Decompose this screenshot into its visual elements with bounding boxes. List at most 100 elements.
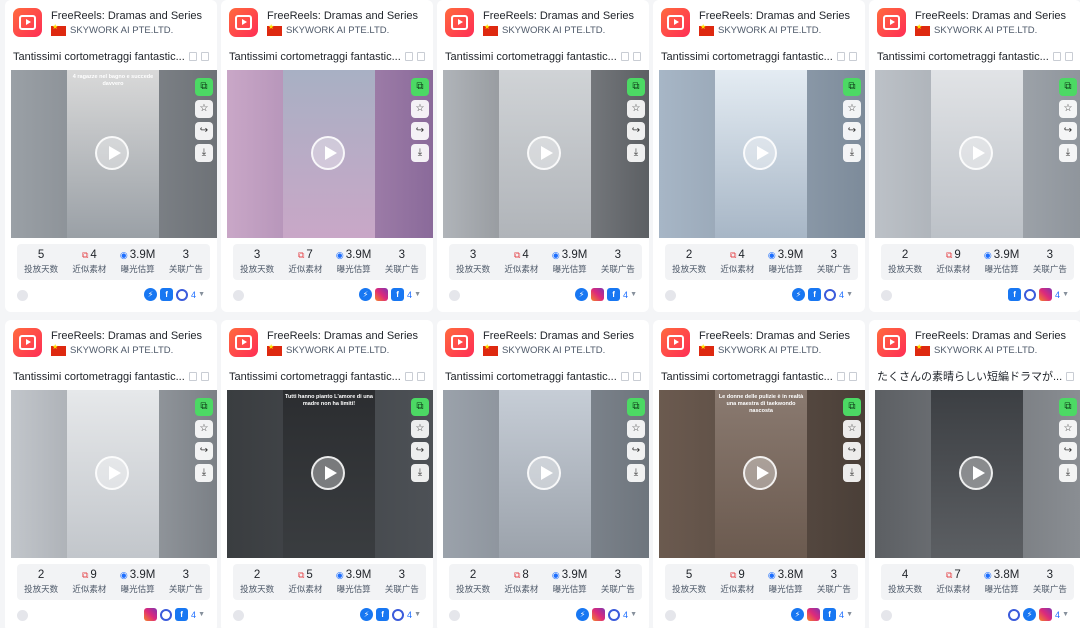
stat-similar[interactable]: ⧉ 4 近似素材 [497, 244, 545, 280]
star-icon[interactable]: ☆ [843, 420, 861, 438]
play-icon[interactable] [743, 456, 777, 490]
share-icon[interactable]: ↪ [195, 122, 213, 140]
stat-similar[interactable]: ⧉ 4 近似素材 [65, 244, 113, 280]
chevron-down-icon[interactable]: ▼ [414, 291, 421, 298]
app-name[interactable]: FreeReels: Dramas and Series [267, 10, 418, 22]
translate-icon[interactable] [1064, 52, 1073, 61]
stat-similar[interactable]: ⧉ 8 近似素材 [497, 564, 545, 600]
translate-icon[interactable] [416, 372, 425, 381]
chevron-down-icon[interactable]: ▼ [1062, 611, 1069, 618]
download-icon[interactable]: ⤓ [411, 464, 429, 482]
platform-list[interactable]: ⚡ f 4 ▼ [141, 288, 205, 301]
copy-icon[interactable] [404, 52, 413, 61]
similar-icon[interactable]: ⧉ [195, 398, 213, 416]
app-name[interactable]: FreeReels: Dramas and Series [699, 330, 850, 342]
play-icon[interactable] [95, 136, 129, 170]
translate-icon[interactable] [632, 52, 641, 61]
share-icon[interactable]: ↪ [627, 442, 645, 460]
ad-card[interactable]: FreeReels: Dramas and Series SKYWORK AI … [869, 0, 1080, 312]
video-preview[interactable]: ⧉ ☆ ↪ ⤓ [875, 70, 1080, 238]
copy-icon[interactable] [404, 372, 413, 381]
translate-icon[interactable] [848, 52, 857, 61]
copy-icon[interactable] [1066, 372, 1075, 381]
share-icon[interactable]: ↪ [843, 122, 861, 140]
platform-list[interactable]: ⚡ f 4 ▼ [789, 288, 853, 301]
video-preview[interactable]: 4 ragazze nel bagno e succede davvero ⧉ … [11, 70, 217, 238]
chevron-down-icon[interactable]: ▼ [414, 611, 421, 618]
stat-similar[interactable]: ⧉ 7 近似素材 [281, 244, 329, 280]
share-icon[interactable]: ↪ [1059, 442, 1077, 460]
similar-icon[interactable]: ⧉ [195, 78, 213, 96]
platform-list[interactable]: ⚡ f 4 ▼ [788, 608, 853, 621]
stat-similar[interactable]: ⧉ 9 近似素材 [713, 564, 761, 600]
share-icon[interactable]: ↪ [843, 442, 861, 460]
star-icon[interactable]: ☆ [627, 100, 645, 118]
play-icon[interactable] [527, 456, 561, 490]
similar-icon[interactable]: ⧉ [1059, 398, 1077, 416]
ad-card[interactable]: FreeReels: Dramas and Series SKYWORK AI … [5, 0, 217, 312]
platform-list[interactable]: f 4 ▼ [1005, 288, 1069, 301]
chevron-down-icon[interactable]: ▼ [198, 291, 205, 298]
share-icon[interactable]: ↪ [627, 122, 645, 140]
copy-icon[interactable] [620, 52, 629, 61]
star-icon[interactable]: ☆ [411, 100, 429, 118]
play-icon[interactable] [527, 136, 561, 170]
chevron-down-icon[interactable]: ▼ [846, 291, 853, 298]
app-name[interactable]: FreeReels: Dramas and Series [915, 10, 1066, 22]
star-icon[interactable]: ☆ [195, 420, 213, 438]
translate-icon[interactable] [416, 52, 425, 61]
app-name[interactable]: FreeReels: Dramas and Series [483, 330, 634, 342]
ad-card[interactable]: FreeReels: Dramas and Series SKYWORK AI … [221, 0, 433, 312]
copy-icon[interactable] [836, 372, 845, 381]
similar-icon[interactable]: ⧉ [843, 398, 861, 416]
video-preview[interactable]: Le donne delle pulizie è in realtà una m… [659, 390, 865, 558]
share-icon[interactable]: ↪ [411, 442, 429, 460]
platform-list[interactable]: f 4 ▼ [141, 608, 205, 621]
video-preview[interactable]: ⧉ ☆ ↪ ⤓ [11, 390, 217, 558]
platform-list[interactable]: ⚡ f 4 ▼ [572, 288, 637, 301]
ad-card[interactable]: FreeReels: Dramas and Series SKYWORK AI … [653, 320, 865, 628]
platform-list[interactable]: ⚡ 4 ▼ [573, 608, 637, 621]
star-icon[interactable]: ☆ [627, 420, 645, 438]
chevron-down-icon[interactable]: ▼ [1062, 291, 1069, 298]
video-preview[interactable]: ⧉ ☆ ↪ ⤓ [443, 390, 649, 558]
app-name[interactable]: FreeReels: Dramas and Series [483, 10, 634, 22]
download-icon[interactable]: ⤓ [195, 464, 213, 482]
play-icon[interactable] [959, 456, 993, 490]
stat-similar[interactable]: ⧉ 4 近似素材 [713, 244, 761, 280]
download-icon[interactable]: ⤓ [411, 144, 429, 162]
video-preview[interactable]: ⧉ ☆ ↪ ⤓ [875, 390, 1080, 558]
share-icon[interactable]: ↪ [195, 442, 213, 460]
stat-similar[interactable]: ⧉ 5 近似素材 [281, 564, 329, 600]
platform-list[interactable]: ⚡ 4 ▼ [1005, 608, 1069, 621]
download-icon[interactable]: ⤓ [627, 144, 645, 162]
translate-icon[interactable] [200, 52, 209, 61]
app-name[interactable]: FreeReels: Dramas and Series [51, 330, 202, 342]
app-name[interactable]: FreeReels: Dramas and Series [267, 330, 418, 342]
video-preview[interactable]: ⧉ ☆ ↪ ⤓ [443, 70, 649, 238]
platform-list[interactable]: ⚡ f 4 ▼ [356, 288, 421, 301]
ad-card[interactable]: FreeReels: Dramas and Series SKYWORK AI … [653, 0, 865, 312]
similar-icon[interactable]: ⧉ [411, 398, 429, 416]
share-icon[interactable]: ↪ [1059, 122, 1077, 140]
copy-icon[interactable] [620, 372, 629, 381]
download-icon[interactable]: ⤓ [195, 144, 213, 162]
play-icon[interactable] [95, 456, 129, 490]
similar-icon[interactable]: ⧉ [411, 78, 429, 96]
translate-icon[interactable] [848, 372, 857, 381]
copy-icon[interactable] [188, 52, 197, 61]
stat-similar[interactable]: ⧉ 9 近似素材 [65, 564, 113, 600]
download-icon[interactable]: ⤓ [843, 144, 861, 162]
star-icon[interactable]: ☆ [843, 100, 861, 118]
platform-list[interactable]: ⚡ f 4 ▼ [357, 608, 421, 621]
download-icon[interactable]: ⤓ [843, 464, 861, 482]
play-icon[interactable] [311, 456, 345, 490]
chevron-down-icon[interactable]: ▼ [630, 611, 637, 618]
download-icon[interactable]: ⤓ [627, 464, 645, 482]
ad-card[interactable]: FreeReels: Dramas and Series SKYWORK AI … [5, 320, 217, 628]
stat-similar[interactable]: ⧉ 9 近似素材 [929, 244, 977, 280]
share-icon[interactable]: ↪ [411, 122, 429, 140]
download-icon[interactable]: ⤓ [1059, 464, 1077, 482]
star-icon[interactable]: ☆ [411, 420, 429, 438]
chevron-down-icon[interactable]: ▼ [630, 291, 637, 298]
